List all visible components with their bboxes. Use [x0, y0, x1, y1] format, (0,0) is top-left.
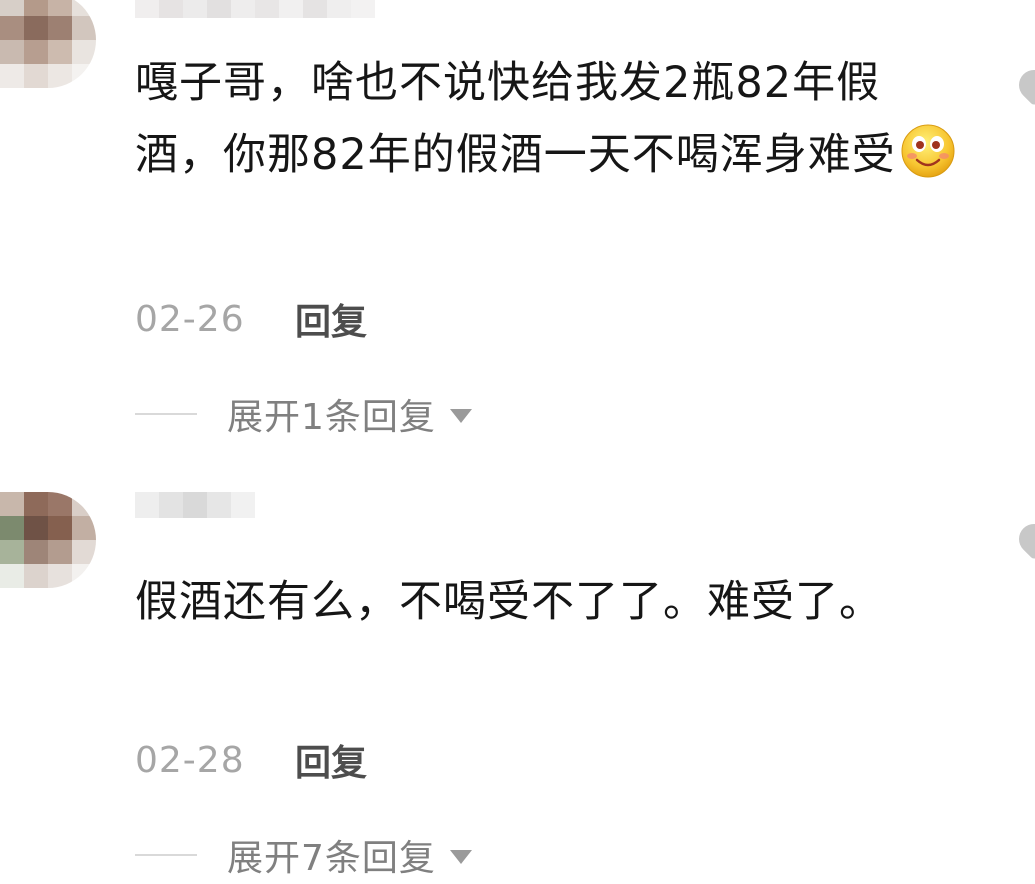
comment-body: 嘎子哥，啥也不说快给我发2瓶82年假酒，你那82年的假酒一天不喝浑身难受: [135, 58, 896, 180]
expand-replies-button[interactable]: 展开1条回复: [135, 389, 472, 439]
comment-meta: 02-26 回复: [135, 294, 367, 344]
avatar[interactable]: [0, 0, 96, 88]
caret-down-icon[interactable]: [449, 850, 472, 864]
avatar[interactable]: [0, 492, 96, 588]
comment-text: 嘎子哥，啥也不说快给我发2瓶82年假酒，你那82年的假酒一天不喝浑身难受: [135, 47, 965, 191]
expand-replies-label[interactable]: 展开1条回复: [227, 388, 436, 440]
heart-icon[interactable]: [1013, 520, 1035, 564]
smiling-face-emoji-icon: [900, 123, 956, 179]
username-blurred[interactable]: [135, 492, 255, 518]
comment-meta: 02-28 回复: [135, 735, 367, 785]
comment-body: 假酒还有么，不喝受不了了。难受了。: [135, 577, 883, 627]
expand-replies-label[interactable]: 展开7条回复: [227, 829, 436, 881]
comment-item: 嘎子哥，啥也不说快给我发2瓶82年假酒，你那82年的假酒一天不喝浑身难受 02-…: [0, 0, 1035, 470]
comment-date: 02-26: [135, 298, 245, 340]
comment-item: 假酒还有么，不喝受不了了。难受了。 02-28 回复 展开7条回复: [0, 470, 1035, 884]
heart-icon[interactable]: [1013, 66, 1035, 110]
divider-line: [135, 854, 197, 856]
expand-replies-button[interactable]: 展开7条回复: [135, 830, 472, 880]
reply-button[interactable]: 回复: [295, 734, 367, 786]
reply-button[interactable]: 回复: [295, 293, 367, 345]
comment-text: 假酒还有么，不喝受不了了。难受了。: [135, 566, 965, 638]
caret-down-icon[interactable]: [449, 409, 472, 423]
divider-line: [135, 413, 197, 415]
comment-date: 02-28: [135, 739, 245, 781]
username-blurred[interactable]: [135, 0, 375, 18]
